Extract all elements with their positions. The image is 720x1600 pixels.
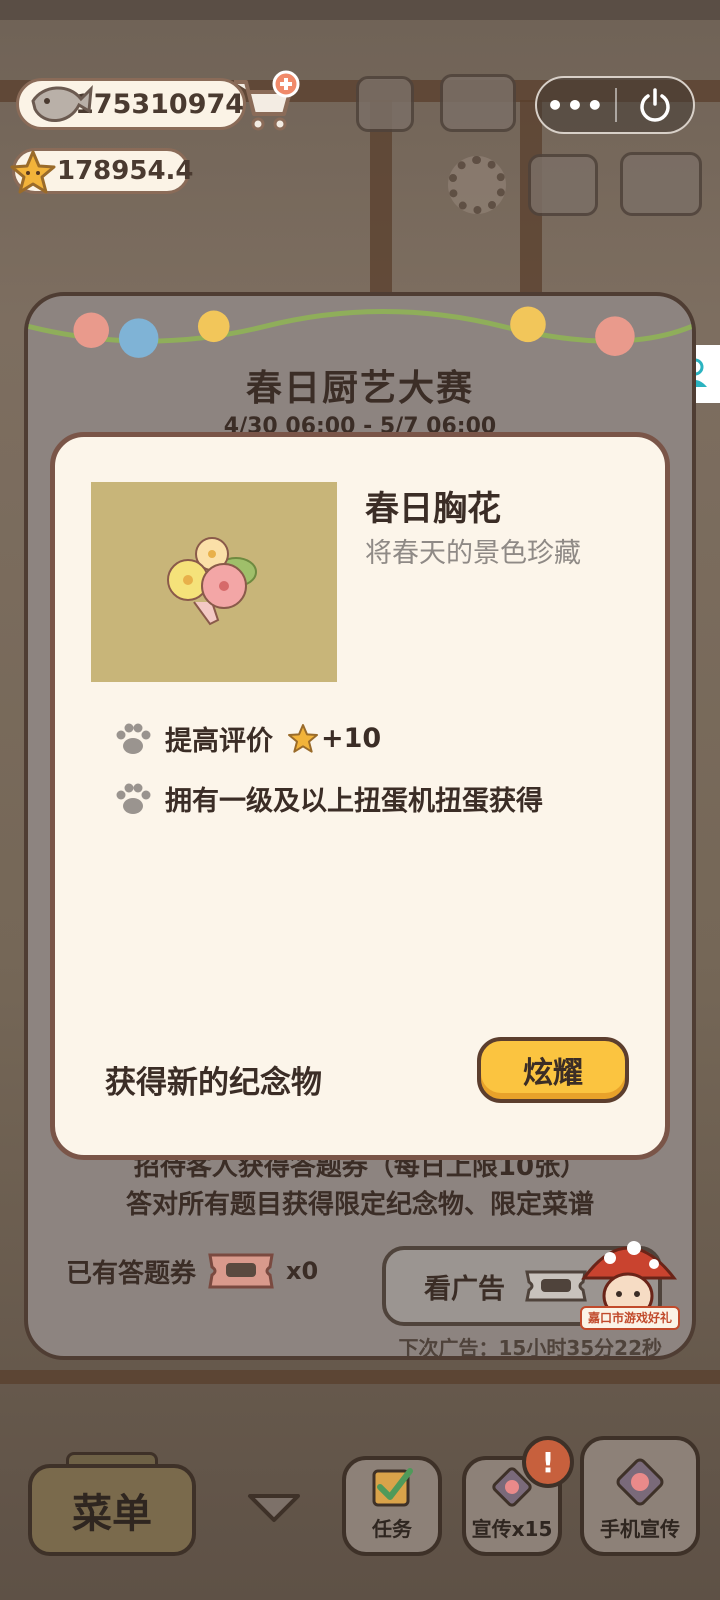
alert-badge: ! — [522, 1436, 574, 1488]
souvenir-name: 春日胸花 — [365, 489, 501, 529]
ticket-label: 已有答题券 — [66, 1258, 197, 1289]
more-button[interactable]: ••• — [537, 89, 615, 122]
status-bar — [0, 0, 720, 20]
cart-plus-icon — [234, 70, 300, 131]
show-off-button[interactable]: 炫耀 — [477, 1037, 629, 1103]
phone-promote-label: 手机宣传 — [600, 1517, 680, 1541]
new-souvenir-text: 获得新的纪念物 — [105, 1065, 322, 1101]
fish-currency: 175310974 — [16, 78, 246, 130]
fish-count: 175310974 — [75, 88, 245, 120]
ticket-status: 已有答题券 x0 — [66, 1251, 318, 1291]
menu-button[interactable]: 菜单 — [28, 1464, 196, 1556]
gear-icon[interactable] — [448, 156, 506, 214]
power-icon — [640, 88, 670, 122]
add-currency-cart-button[interactable] — [230, 70, 302, 134]
event-title: 春日厨艺大赛 — [245, 368, 474, 409]
fish-icon — [31, 85, 93, 122]
watermark-label: 嘉口市游戏好礼 — [580, 1306, 680, 1330]
promote-label: 宣传x15 — [471, 1517, 553, 1541]
effect-rating-bonus: +10 — [321, 723, 382, 754]
guide-book-button[interactable] — [440, 74, 516, 132]
effect-source-text: 拥有一级及以上扭蛋机扭蛋获得 — [165, 786, 543, 817]
star-icon — [10, 150, 56, 194]
chevron-down-icon[interactable] — [244, 1490, 304, 1526]
watch-ad-label: 看广告 — [424, 1273, 505, 1305]
paw-icon — [116, 723, 151, 754]
settings-button[interactable] — [620, 152, 702, 216]
ticket-count: x0 — [286, 1257, 319, 1285]
souvenir-image — [91, 482, 337, 682]
close-button[interactable] — [617, 87, 693, 123]
phone-promote-button[interactable]: 手机宣传 — [580, 1436, 700, 1556]
next-ad-timer: 下次广告：15小时35分22秒 — [398, 1336, 663, 1360]
checklist-icon — [372, 1468, 413, 1507]
star-count: 178954.4 — [57, 156, 194, 186]
event-description-line-2: 答对所有题目获得限定纪念物、限定菜谱 — [125, 1190, 594, 1220]
effect-source: 拥有一级及以上扭蛋机扭蛋获得 — [113, 779, 543, 818]
mini-program-capsule: ••• — [535, 76, 695, 134]
star-currency: 178954.4 — [10, 148, 194, 194]
task-label: 任务 — [372, 1517, 412, 1541]
paw-icon — [116, 783, 151, 814]
effect-rating-text: 提高评价 — [165, 726, 273, 757]
corsage-icon — [167, 537, 257, 626]
star-icon — [288, 723, 318, 753]
task-button[interactable]: 任务 — [342, 1456, 442, 1556]
ticket-icon — [208, 1253, 274, 1289]
souvenir-dialog: 春日胸花 将春天的景色珍藏 提高评价 +10 拥有一级及以上扭蛋机扭蛋获得 获得… — [50, 432, 670, 1160]
souvenir-tagline: 将春天的景色珍藏 — [365, 538, 581, 569]
effect-rating: 提高评价 +10 — [113, 719, 381, 758]
map-button[interactable] — [528, 154, 598, 216]
phone-flyer-icon — [616, 1458, 664, 1506]
newspaper-button[interactable] — [356, 76, 414, 132]
